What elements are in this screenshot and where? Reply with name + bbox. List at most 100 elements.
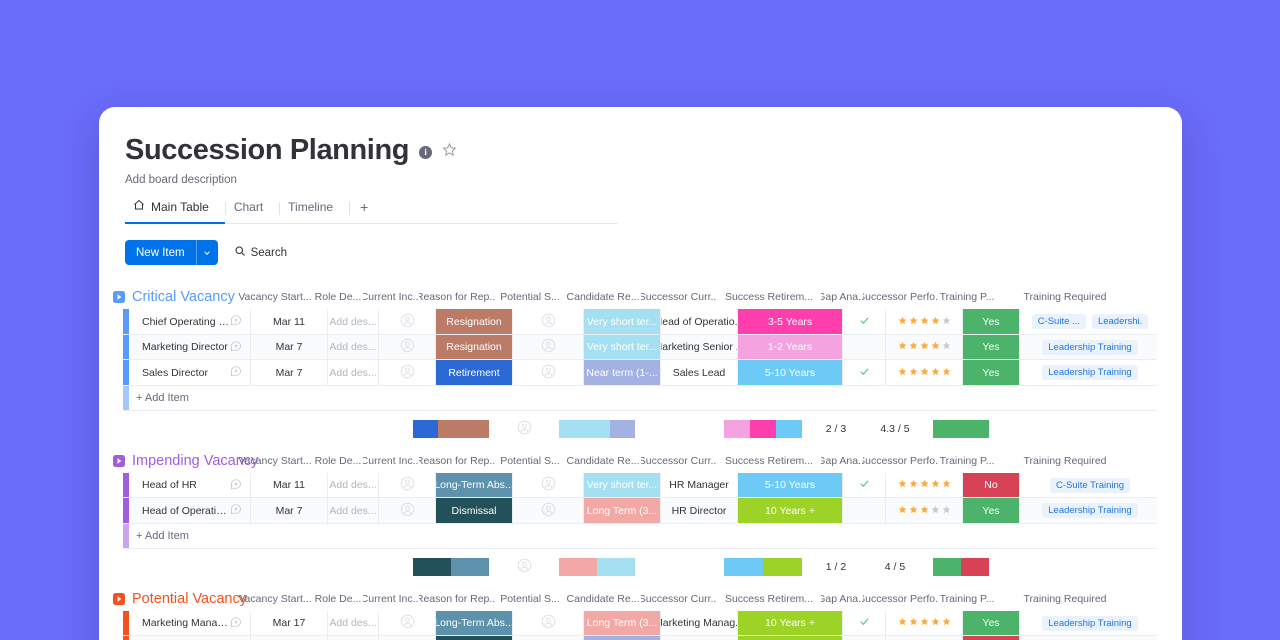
cell-successor-current-role[interactable]: Marketing Senior ...: [661, 334, 738, 360]
cell-successor-performance[interactable]: [886, 636, 963, 640]
cell-successor-performance[interactable]: [886, 610, 963, 636]
cell-reason-for-replacement[interactable]: Resignation: [436, 334, 513, 360]
search-button[interactable]: Search: [234, 245, 287, 260]
collapse-group-icon[interactable]: [113, 291, 125, 304]
cell-vacancy-start[interactable]: Mar 11: [251, 309, 328, 334]
column-header-reason[interactable]: Reason for Rep...: [419, 449, 495, 473]
cell-item-name[interactable]: Chief Operating Offi...: [129, 309, 251, 334]
cell-current-incumbent[interactable]: [379, 610, 436, 636]
chat-bubble-icon[interactable]: [230, 616, 242, 631]
column-header-perf[interactable]: Successor Perfo...: [863, 449, 939, 473]
new-item-button[interactable]: New Item: [125, 240, 218, 266]
collapse-group-icon[interactable]: [113, 454, 125, 467]
cell-item-name[interactable]: Marketing Director: [129, 334, 251, 360]
cell-gap-analysis[interactable]: [843, 610, 886, 636]
chat-bubble-icon[interactable]: [230, 340, 242, 355]
column-header-plan[interactable]: Training P...: [939, 587, 995, 611]
column-header-candidate[interactable]: Candidate Re...: [565, 449, 641, 473]
cell-role-description[interactable]: Add des...: [328, 636, 379, 640]
cell-training-required[interactable]: Leadership Training: [1020, 636, 1157, 640]
column-header-successor[interactable]: Potential S...: [495, 285, 565, 309]
cell-reason-for-replacement[interactable]: Retirement: [436, 360, 513, 385]
cell-vacancy-start[interactable]: Mar 11: [251, 472, 328, 498]
table-row[interactable]: Chief Operating Offi... Mar 11Add des... R…: [123, 309, 1157, 335]
cell-successor-current-role[interactable]: Sales Lead: [661, 360, 738, 385]
table-row[interactable]: Marketing Director Mar 7 Add des... Resigna…: [123, 334, 1157, 361]
column-header-gap[interactable]: Gap Ana...: [821, 449, 863, 473]
cell-role-description[interactable]: Add des...: [328, 472, 379, 498]
cell-role-description[interactable]: Add des...: [328, 334, 379, 360]
chat-bubble-icon[interactable]: [230, 503, 242, 518]
cell-item-name[interactable]: Head of HR: [129, 472, 251, 498]
column-header-curr[interactable]: Successor Curr...: [641, 449, 717, 473]
table-row[interactable]: Marketing Manager Mar 17 Add des... Long-Te…: [123, 610, 1157, 637]
column-header-retirement[interactable]: Success Retirem...: [717, 449, 821, 473]
cell-training-plan[interactable]: Yes: [963, 334, 1020, 360]
cell-gap-analysis[interactable]: [843, 360, 886, 385]
cell-successor-current-role[interactable]: Head of Operatio...: [661, 309, 738, 334]
favorite-star-icon[interactable]: [442, 142, 457, 162]
cell-potential-successor[interactable]: [513, 472, 584, 498]
column-header-perf[interactable]: Successor Perfo...: [863, 285, 939, 309]
cell-vacancy-start[interactable]: Mar 7: [251, 498, 328, 523]
cell-candidate-readiness[interactable]: Very short ter...: [584, 334, 661, 360]
training-tag[interactable]: Leadership Training: [1042, 339, 1138, 355]
column-header-curr[interactable]: Successor Curr...: [641, 587, 717, 611]
column-header-successor[interactable]: Potential S...: [495, 449, 565, 473]
cell-item-name[interactable]: Marketing Manager: [129, 610, 251, 636]
cell-candidate-readiness[interactable]: Very short ter...: [584, 309, 661, 334]
chevron-down-icon[interactable]: [195, 240, 218, 266]
tab-chart[interactable]: Chart: [226, 193, 279, 224]
column-header-start[interactable]: Vacancy Start...: [237, 285, 313, 309]
cell-reason-for-replacement[interactable]: Long-Term Abs...: [436, 472, 513, 498]
cell-success-retirement[interactable]: 3-5 Years: [738, 309, 843, 334]
column-header-roledesc[interactable]: Role De...: [313, 449, 363, 473]
cell-success-retirement[interactable]: 1-2 Years: [738, 334, 843, 360]
column-header-incumbent[interactable]: Current Inc...: [363, 449, 419, 473]
cell-vacancy-start[interactable]: Mar 17: [251, 610, 328, 636]
cell-role-description[interactable]: Add des...: [328, 360, 379, 385]
cell-candidate-readiness[interactable]: Long Term (3...: [584, 610, 661, 636]
column-header-candidate[interactable]: Candidate Re...: [565, 587, 641, 611]
cell-training-plan[interactable]: No: [963, 636, 1020, 640]
tab-timeline[interactable]: Timeline: [280, 193, 349, 224]
cell-gap-analysis[interactable]: [843, 334, 886, 360]
cell-successor-performance[interactable]: [886, 309, 963, 334]
add-item-row[interactable]: + Add Item: [123, 385, 1157, 411]
tab-main-table[interactable]: Main Table: [125, 193, 225, 225]
cell-reason-for-replacement[interactable]: Dismissal: [436, 636, 513, 640]
cell-item-name[interactable]: Sales Director: [129, 360, 251, 385]
cell-success-retirement[interactable]: 10 Years +: [738, 610, 843, 636]
cell-current-incumbent[interactable]: [379, 472, 436, 498]
cell-successor-current-role[interactable]: Sales Senior: [661, 636, 738, 640]
training-tag[interactable]: Leadership Training: [1042, 365, 1138, 381]
cell-current-incumbent[interactable]: [379, 334, 436, 360]
cell-successor-performance[interactable]: [886, 498, 963, 523]
cell-candidate-readiness[interactable]: Very short ter...: [584, 472, 661, 498]
cell-training-plan[interactable]: No: [963, 472, 1020, 498]
column-header-plan[interactable]: Training P...: [939, 449, 995, 473]
cell-gap-analysis[interactable]: [843, 636, 886, 640]
chat-bubble-icon[interactable]: [230, 365, 242, 380]
column-header-training[interactable]: Training Required: [995, 285, 1135, 309]
table-row[interactable]: Head of Operations Mar 7 Add des... Dismiss…: [123, 498, 1157, 524]
rating-stars[interactable]: [898, 505, 951, 517]
column-header-roledesc[interactable]: Role De...: [313, 285, 363, 309]
cell-successor-performance[interactable]: [886, 360, 963, 385]
cell-item-name[interactable]: Head of Operations: [129, 498, 251, 523]
cell-potential-successor[interactable]: [513, 636, 584, 640]
collapse-group-icon[interactable]: [113, 592, 125, 605]
cell-role-description[interactable]: Add des...: [328, 498, 379, 523]
column-header-retirement[interactable]: Success Retirem...: [717, 587, 821, 611]
column-header-training[interactable]: Training Required: [995, 587, 1135, 611]
chat-bubble-icon[interactable]: [230, 314, 242, 329]
table-row[interactable]: Head of HR Mar 11 Add des... Long-Term Abs.…: [123, 472, 1157, 499]
cell-training-plan[interactable]: Yes: [963, 360, 1020, 385]
cell-vacancy-start[interactable]: Mar 7: [251, 334, 328, 360]
cell-successor-current-role[interactable]: Marketing Manag...: [661, 610, 738, 636]
cell-reason-for-replacement[interactable]: Resignation: [436, 309, 513, 334]
cell-role-description[interactable]: Add des...: [328, 309, 379, 334]
column-header-training[interactable]: Training Required: [995, 449, 1135, 473]
rating-stars[interactable]: [898, 316, 951, 328]
training-tag[interactable]: C-Suite ...: [1031, 314, 1086, 330]
